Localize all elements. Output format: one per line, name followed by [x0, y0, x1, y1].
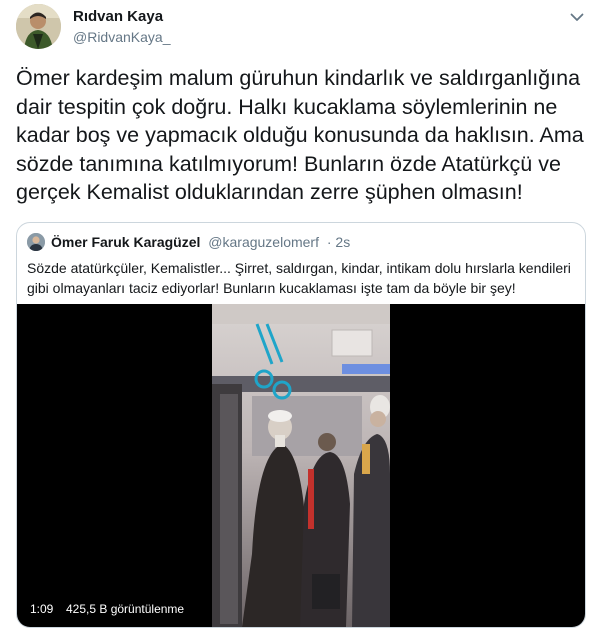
- user-avatar-icon: [27, 233, 45, 251]
- video-player[interactable]: 1:09 425,5 B görüntülenme: [17, 304, 585, 627]
- video-thumbnail: [212, 304, 390, 627]
- tweet-card: Rıdvan Kaya @RidvanKaya_ Ömer kardeşim m…: [0, 0, 600, 636]
- quoted-display-name[interactable]: Ömer Faruk Karagüzel: [51, 234, 200, 250]
- quoted-timestamp[interactable]: · 2s: [327, 234, 350, 250]
- quoted-tweet[interactable]: Ömer Faruk Karagüzel @karaguzelomerf · 2…: [16, 222, 586, 628]
- quoted-text: Sözde atatürkçüler, Kemalistler... Şirre…: [27, 260, 571, 296]
- video-duration-badge: 1:09: [25, 599, 59, 619]
- author-avatar[interactable]: [16, 4, 61, 49]
- video-views-badge: 425,5 B görüntülenme: [61, 599, 190, 619]
- quoted-author-avatar[interactable]: [27, 233, 45, 251]
- author-handle[interactable]: @RidvanKaya_: [73, 29, 171, 45]
- author-display-name[interactable]: Rıdvan Kaya: [73, 8, 163, 25]
- user-avatar-icon: [16, 4, 61, 49]
- tweet-menu-button[interactable]: [566, 6, 588, 28]
- metro-scene-image: [212, 304, 390, 627]
- tweet-text: Ömer kardeşim malum güruhun kindarlık ve…: [16, 66, 584, 204]
- quoted-handle[interactable]: @karaguzelomerf: [208, 234, 319, 250]
- chevron-down-icon: [570, 13, 584, 21]
- quoted-header: Ömer Faruk Karagüzel @karaguzelomerf · 2…: [51, 234, 350, 250]
